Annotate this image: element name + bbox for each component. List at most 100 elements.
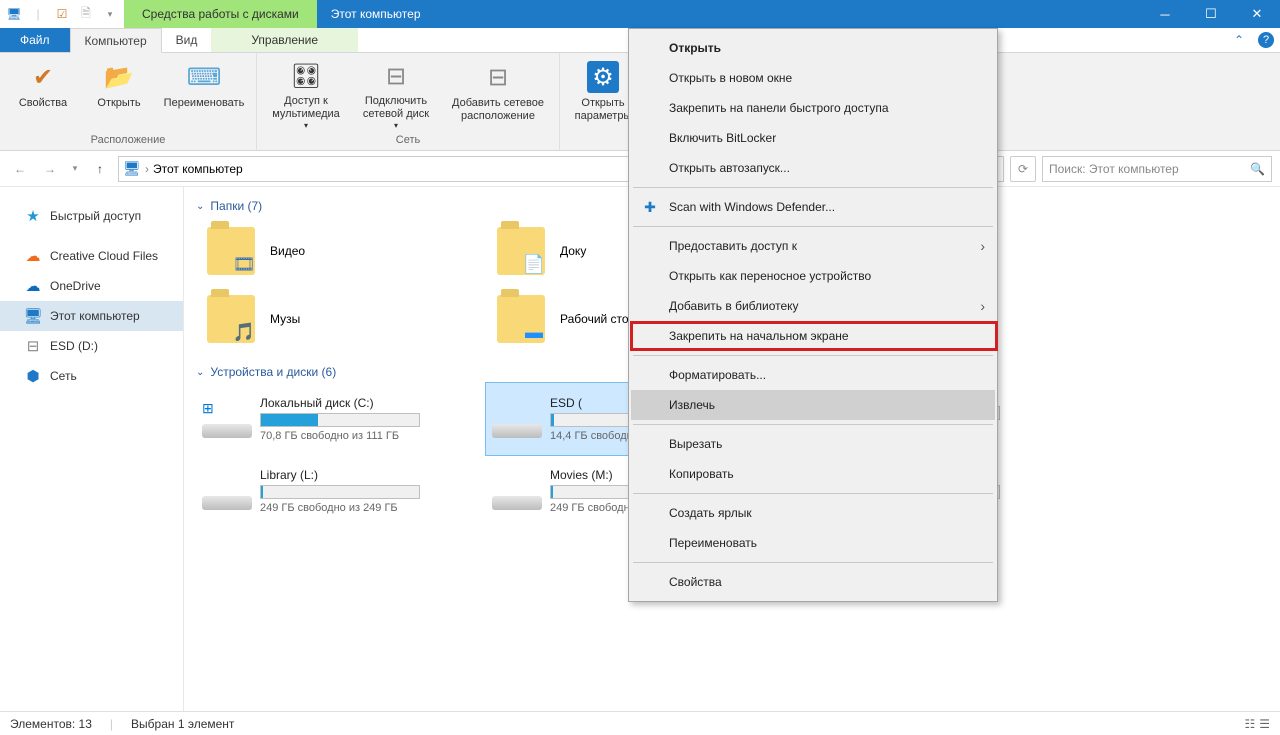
ribbon-map-drive-button[interactable]: ⊟Подключитьсетевой диск▾: [351, 57, 441, 131]
ctx-open[interactable]: Открыть: [631, 33, 995, 63]
drive-free-text: 70,8 ГБ свободно из 111 ГБ: [260, 430, 480, 442]
nav-label: Быстрый доступ: [50, 209, 141, 223]
folder-name: Доку: [560, 244, 586, 258]
chevron-down-icon: ⌄: [196, 367, 204, 378]
view-large-icon[interactable]: ☰: [1259, 717, 1270, 731]
view-details-icon[interactable]: ☷: [1244, 717, 1255, 731]
group-label-location: Расположение: [6, 132, 250, 148]
sidebar-item[interactable]: ☁OneDrive: [0, 271, 183, 301]
drive-icon: ⊞: [202, 400, 252, 438]
ctx-cut[interactable]: Вырезать: [631, 429, 995, 459]
contextual-tab-label: Средства работы с дисками: [124, 0, 317, 28]
qat-check-icon[interactable]: ☑: [52, 4, 72, 24]
sidebar-item[interactable]: ⊟ESD (D:): [0, 331, 183, 361]
qat-doc-icon[interactable]: 🗎: [76, 4, 96, 24]
sidebar-item[interactable]: 🖥 Этот компьютер: [0, 301, 183, 331]
search-box[interactable]: 🔍: [1042, 156, 1272, 182]
drive-capacity-bar: [260, 413, 420, 427]
ctx-give-access[interactable]: Предоставить доступ к: [631, 231, 995, 261]
back-button[interactable]: ←: [8, 157, 32, 181]
nav-icon: 🖥: [24, 307, 42, 325]
close-button[interactable]: ✕: [1234, 0, 1280, 28]
drive-item[interactable]: Library (L:)249 ГБ свободно из 249 ГБ: [196, 455, 486, 527]
nav-label: Creative Cloud Files: [50, 249, 158, 263]
context-menu: Открыть Открыть в новом окне Закрепить н…: [628, 28, 998, 602]
shield-icon: ✚: [641, 198, 659, 216]
ctx-separator: [633, 562, 993, 563]
help-icon[interactable]: ?: [1258, 32, 1274, 48]
search-input[interactable]: [1049, 162, 1250, 176]
folder-icon: 📄: [497, 227, 545, 275]
nav-label: OneDrive: [50, 279, 101, 293]
drive-capacity-bar: [260, 485, 420, 499]
ribbon-media-access-button[interactable]: 🎛Доступ кмультимедиа▾: [263, 57, 349, 131]
drive-name: Library (L:): [260, 468, 480, 482]
this-pc-icon: 🖥: [123, 160, 141, 178]
ctx-separator: [633, 226, 993, 227]
tab-file[interactable]: Файл: [0, 28, 70, 52]
ribbon-open-button[interactable]: 📂Открыть: [82, 57, 156, 131]
ribbon-properties-button[interactable]: ✔Свойства: [6, 57, 80, 131]
status-selected: Выбран 1 элемент: [131, 717, 234, 731]
forward-button[interactable]: →: [38, 157, 62, 181]
tab-manage[interactable]: Управление: [211, 28, 358, 52]
tab-computer[interactable]: Компьютер: [70, 28, 162, 53]
ctx-library[interactable]: Добавить в библиотеку: [631, 291, 995, 321]
refresh-button[interactable]: ⟳: [1010, 156, 1036, 182]
ribbon-collapse-icon[interactable]: ⌃: [1226, 28, 1252, 52]
up-button[interactable]: ↑: [88, 157, 112, 181]
ctx-separator: [633, 493, 993, 494]
status-bar: Элементов: 13 | Выбран 1 элемент ☷ ☰: [0, 711, 1280, 735]
ctx-open-new-window[interactable]: Открыть в новом окне: [631, 63, 995, 93]
nav-label: Этот компьютер: [50, 309, 140, 323]
quick-access-toolbar: 🖥 | ☑ 🗎 ▾: [0, 0, 124, 28]
ribbon-rename-button[interactable]: ⌨Переименовать: [158, 57, 250, 131]
maximize-button[interactable]: ☐: [1188, 0, 1234, 28]
folder-name: Рабочий стол: [560, 312, 635, 326]
rename-icon: ⌨: [188, 61, 220, 93]
ribbon-group-network: 🎛Доступ кмультимедиа▾ ⊟Подключитьсетевой…: [257, 53, 560, 150]
folder-name: Видео: [270, 244, 305, 258]
ctx-eject[interactable]: Извлечь: [631, 390, 995, 420]
sidebar-item[interactable]: ⬢Сеть: [0, 361, 183, 391]
ctx-copy[interactable]: Копировать: [631, 459, 995, 489]
ctx-rename[interactable]: Переименовать: [631, 528, 995, 558]
gear-icon: ⚙: [587, 61, 619, 93]
drive-icon: [492, 472, 542, 510]
ctx-separator: [633, 355, 993, 356]
folder-icon: 🎵: [207, 295, 255, 343]
map-drive-icon: ⊟: [380, 61, 412, 91]
ctx-pin-quick[interactable]: Закрепить на панели быстрого доступа: [631, 93, 995, 123]
window-controls: ─ ☐ ✕: [1142, 0, 1280, 28]
tab-view[interactable]: Вид: [162, 28, 212, 52]
ctx-bitlocker[interactable]: Включить BitLocker: [631, 123, 995, 153]
ctx-autorun[interactable]: Открыть автозапуск...: [631, 153, 995, 183]
folder-item[interactable]: 🎵 Музы: [196, 285, 486, 353]
window-title: Этот компьютер: [317, 0, 1142, 28]
ctx-properties[interactable]: Свойства: [631, 567, 995, 597]
ctx-defender[interactable]: ✚Scan with Windows Defender...: [631, 192, 995, 222]
ctx-format[interactable]: Форматировать...: [631, 360, 995, 390]
ctx-separator: [633, 424, 993, 425]
breadcrumb-text: Этот компьютер: [153, 162, 243, 176]
recent-dropdown[interactable]: ▾: [68, 157, 82, 181]
qat-sep: |: [28, 4, 48, 24]
qat-dropdown-icon[interactable]: ▾: [100, 4, 120, 24]
ribbon-add-network-button[interactable]: ⊟Добавить сетевоерасположение: [443, 57, 553, 131]
ctx-pin-start[interactable]: Закрепить на начальном экране: [631, 321, 995, 351]
ctx-separator: [633, 187, 993, 188]
folder-item[interactable]: 🎞Видео: [196, 217, 486, 285]
ctx-portable[interactable]: Открыть как переносное устройство: [631, 261, 995, 291]
navigation-pane: ★ Быстрый доступ ☁Creative Cloud Files☁One…: [0, 187, 184, 730]
sidebar-item[interactable]: ☁Creative Cloud Files: [0, 241, 183, 271]
folder-name: Музы: [270, 312, 300, 326]
sidebar-item[interactable]: ★ Быстрый доступ: [0, 201, 183, 231]
ctx-shortcut[interactable]: Создать ярлык: [631, 498, 995, 528]
status-count: Элементов: 13: [10, 717, 92, 731]
ribbon-group-location: ✔Свойства 📂Открыть ⌨Переименовать Распол…: [0, 53, 257, 150]
chevron-down-icon: ⌄: [196, 201, 204, 212]
nav-icon: ★: [24, 207, 42, 225]
check-icon: ✔: [27, 61, 59, 93]
drive-item[interactable]: ⊞Локальный диск (C:)70,8 ГБ свободно из …: [196, 383, 486, 455]
minimize-button[interactable]: ─: [1142, 0, 1188, 28]
